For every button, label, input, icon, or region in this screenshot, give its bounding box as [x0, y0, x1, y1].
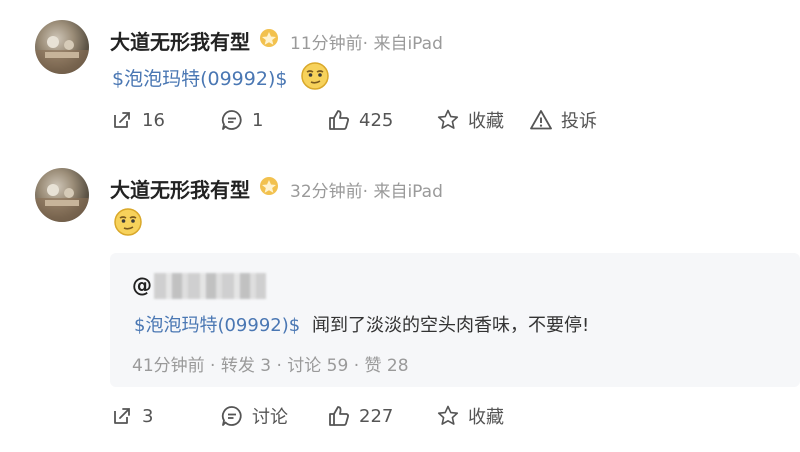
quote-body: 闻到了淡淡的空头肉香味，不要停!	[311, 315, 590, 336]
post-time: 32分钟前· 来自iPad	[290, 182, 443, 202]
repost-button[interactable]: 3	[110, 401, 153, 431]
comment-icon	[221, 406, 242, 426]
avatar-image	[35, 184, 89, 222]
mention-at: @	[132, 273, 152, 297]
smirk-emoji-icon	[114, 208, 142, 236]
repost-icon	[114, 408, 130, 424]
avatar[interactable]	[35, 168, 89, 222]
thumbs-up-icon	[329, 406, 349, 426]
star-icon	[437, 405, 459, 425]
repost-count: 3	[142, 405, 154, 427]
quoted-post[interactable]: @ $泡泡玛特(09992)$ 闻到了淡淡的空头肉香味，不要停! 41分钟前 ·…	[110, 253, 800, 387]
stock-tag-link[interactable]: $泡泡玛特(09992)$	[134, 315, 300, 336]
author-name[interactable]: 大道无形我有型	[110, 174, 250, 203]
comment-label: 讨论	[252, 407, 288, 428]
post-actions: 3 讨论 227 收藏	[110, 401, 710, 431]
favorite-label: 收藏	[468, 407, 504, 428]
quote-meta: 41分钟前 · 转发 3 · 讨论 59 · 赞 28	[132, 356, 409, 376]
vip-badge-icon	[260, 177, 278, 195]
post-2: 大道无形我有型 32分钟前· 来自iPad @ $泡泡玛特(09992)$ 闻到…	[0, 0, 800, 452]
like-button[interactable]: 227	[327, 401, 393, 431]
comment-button[interactable]: 讨论	[220, 401, 288, 431]
blurred-username	[154, 273, 266, 299]
like-count: 227	[359, 405, 394, 427]
favorite-button[interactable]: 收藏	[436, 401, 504, 431]
quote-content: $泡泡玛特(09992)$ 闻到了淡淡的空头肉香味，不要停!	[134, 311, 589, 337]
